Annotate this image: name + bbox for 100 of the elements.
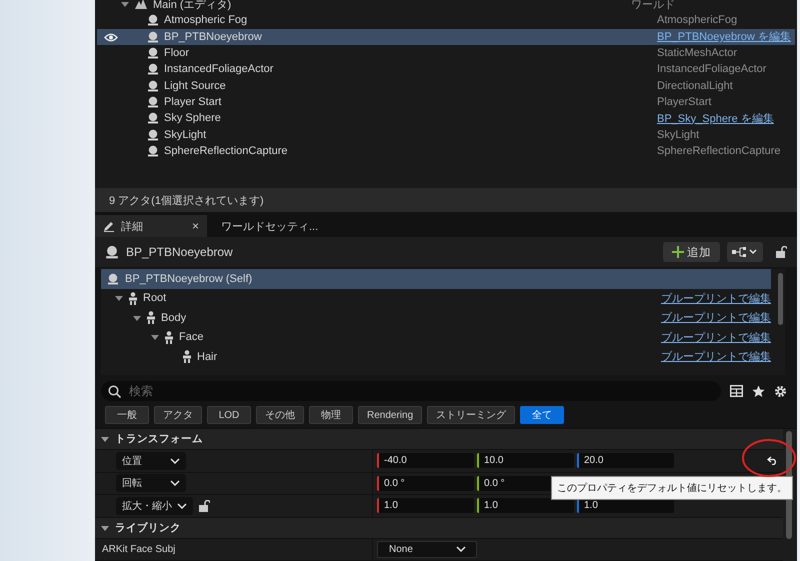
- category-filter[interactable]: ストリーミング: [427, 406, 516, 424]
- outliner-row[interactable]: BP_PTBNoeyebrow BP_PTBNoeyebrow を編集: [97, 28, 795, 45]
- close-button[interactable]: ×: [192, 219, 199, 233]
- actor-type: PlayerStart: [657, 96, 712, 108]
- actor-icon: [147, 128, 159, 141]
- panel-tab[interactable]: ワールドセッティ...: [207, 215, 319, 237]
- section-header[interactable]: ライブリンク: [95, 518, 783, 538]
- chevron-down-icon: [170, 480, 180, 486]
- actor-type: InstancedFoliageActor: [657, 63, 766, 76]
- expand-arrow-icon[interactable]: [115, 294, 123, 302]
- settings-icon[interactable]: [774, 384, 787, 398]
- plus-icon: [672, 246, 684, 258]
- outliner-row[interactable]: Light Source DirectionalLight: [97, 77, 795, 94]
- outliner-row[interactable]: Floor StaticMeshActor: [97, 44, 795, 62]
- actor-icon: [147, 47, 159, 60]
- actor-icon: [147, 14, 159, 26]
- outliner-row[interactable]: Sky Sphere BP_Sky_Sphere を編集: [97, 110, 795, 126]
- tab-label: ワールドセッティ...: [221, 220, 318, 234]
- component-name: Root: [143, 292, 166, 304]
- chevron-down-icon: [177, 502, 187, 509]
- component-name: Face: [179, 331, 204, 344]
- actor-type: DirectionalLight: [657, 80, 733, 92]
- actor-icon: [147, 112, 159, 124]
- skeleton-icon: [163, 330, 175, 344]
- property-dropdown[interactable]: 位置: [116, 452, 186, 470]
- actor-icon: [147, 80, 159, 92]
- edit-blueprint-link[interactable]: BP_PTBNoeyebrow を編集: [657, 29, 791, 44]
- component-name: Body: [161, 312, 186, 324]
- actor-name: SphereReflectionCapture: [164, 144, 288, 157]
- collapse-arrow-icon: [101, 435, 109, 443]
- number-field[interactable]: 0.0 °: [377, 476, 474, 491]
- undo-arrow-icon: [766, 456, 778, 466]
- edit-in-blueprint-link[interactable]: ブループリントで編集: [661, 290, 771, 306]
- outliner-row[interactable]: Player Start PlayerStart: [97, 94, 795, 110]
- actor-name: Player Start: [164, 96, 222, 108]
- section-header[interactable]: トランスフォーム: [95, 429, 783, 450]
- component-name: BP_PTBNoeyebrow (Self): [125, 272, 252, 285]
- actor-count: 9 アクタ(1個選択されています): [109, 194, 264, 208]
- subject-dropdown[interactable]: None: [377, 540, 477, 558]
- edit-in-blueprint-link[interactable]: ブループリントで編集: [661, 349, 771, 364]
- search-icon: [108, 384, 121, 398]
- actor-icon: [107, 272, 119, 285]
- search-input[interactable]: 検索: [127, 383, 714, 399]
- expand-arrow-icon[interactable]: [121, 0, 129, 8]
- number-field[interactable]: -40.0: [377, 453, 474, 468]
- actor-title: BP_PTBNoeyebrow: [126, 245, 234, 259]
- property-dropdown[interactable]: 拡大・縮小: [116, 496, 193, 515]
- search-field[interactable]: 検索: [101, 381, 721, 401]
- skeleton-icon: [127, 292, 139, 305]
- category-filter[interactable]: 一般: [105, 406, 149, 424]
- lock-icon[interactable]: [199, 500, 210, 512]
- actor-icon: [147, 144, 159, 157]
- category-filter[interactable]: LOD: [207, 406, 251, 424]
- star-icon[interactable]: [752, 384, 765, 398]
- category-filter[interactable]: その他: [256, 406, 304, 424]
- number-field[interactable]: 20.0: [577, 453, 674, 468]
- property-dropdown[interactable]: 回転: [116, 474, 186, 492]
- hierarchy-icon: [732, 247, 758, 257]
- edit-blueprint-link[interactable]: BP_Sky_Sphere を編集: [657, 110, 774, 126]
- collapse-arrow-icon: [101, 524, 109, 532]
- number-field[interactable]: 1.0: [377, 498, 474, 514]
- category-filter[interactable]: アクタ: [154, 406, 202, 424]
- actor-name: SkyLight: [164, 128, 206, 141]
- lock-icon[interactable]: [776, 246, 787, 258]
- actor-name: Floor: [164, 47, 190, 60]
- skeleton-icon: [145, 311, 157, 324]
- eye-icon[interactable]: [104, 32, 118, 42]
- actor-type: StaticMeshActor: [657, 47, 738, 60]
- table-icon[interactable]: [730, 385, 743, 397]
- actor-type: SkyLight: [657, 128, 700, 141]
- pencil-icon: [103, 220, 115, 232]
- actor-name: Light Source: [164, 80, 226, 92]
- actor-name: InstancedFoliageActor: [164, 63, 274, 76]
- number-field[interactable]: 1.0: [477, 498, 574, 514]
- expand-arrow-icon[interactable]: [133, 314, 141, 322]
- category-filter[interactable]: 全て: [520, 406, 564, 424]
- edit-in-blueprint-link[interactable]: ブループリントで編集: [661, 310, 771, 326]
- actor-name: BP_PTBNoeyebrow: [164, 30, 262, 43]
- edit-in-blueprint-link[interactable]: ブループリントで編集: [661, 330, 771, 345]
- actor-icon: [147, 30, 159, 43]
- scrollbar[interactable]: [778, 273, 783, 325]
- actor-name: Sky Sphere: [164, 112, 221, 124]
- outliner-row[interactable]: InstancedFoliageActor InstancedFoliageActor: [97, 61, 795, 78]
- component-name: Hair: [197, 350, 218, 363]
- skeleton-icon: [181, 350, 193, 364]
- blueprint-options-button[interactable]: [727, 242, 763, 262]
- number-field[interactable]: 10.0: [477, 453, 574, 468]
- actor-name: Atmospheric Fog: [164, 14, 248, 26]
- actor-icon: [147, 63, 159, 76]
- add-button[interactable]: 追加: [663, 242, 720, 262]
- panel-tab[interactable]: 詳細 ×: [95, 215, 207, 237]
- expand-arrow-icon[interactable]: [151, 333, 159, 342]
- category-filter[interactable]: 物理: [309, 406, 353, 424]
- actor-icon: [147, 96, 159, 108]
- component-row[interactable]: BP_PTBNoeyebrow (Self): [101, 269, 771, 288]
- outliner-row[interactable]: SphereReflectionCapture SphereReflectionCapture: [97, 142, 795, 159]
- outliner-row[interactable]: Atmospheric Fog AtmosphericFog: [97, 12, 795, 29]
- category-filter[interactable]: Rendering: [358, 406, 422, 424]
- outliner-row[interactable]: SkyLight SkyLight: [97, 126, 795, 143]
- chevron-down-icon: [170, 458, 180, 464]
